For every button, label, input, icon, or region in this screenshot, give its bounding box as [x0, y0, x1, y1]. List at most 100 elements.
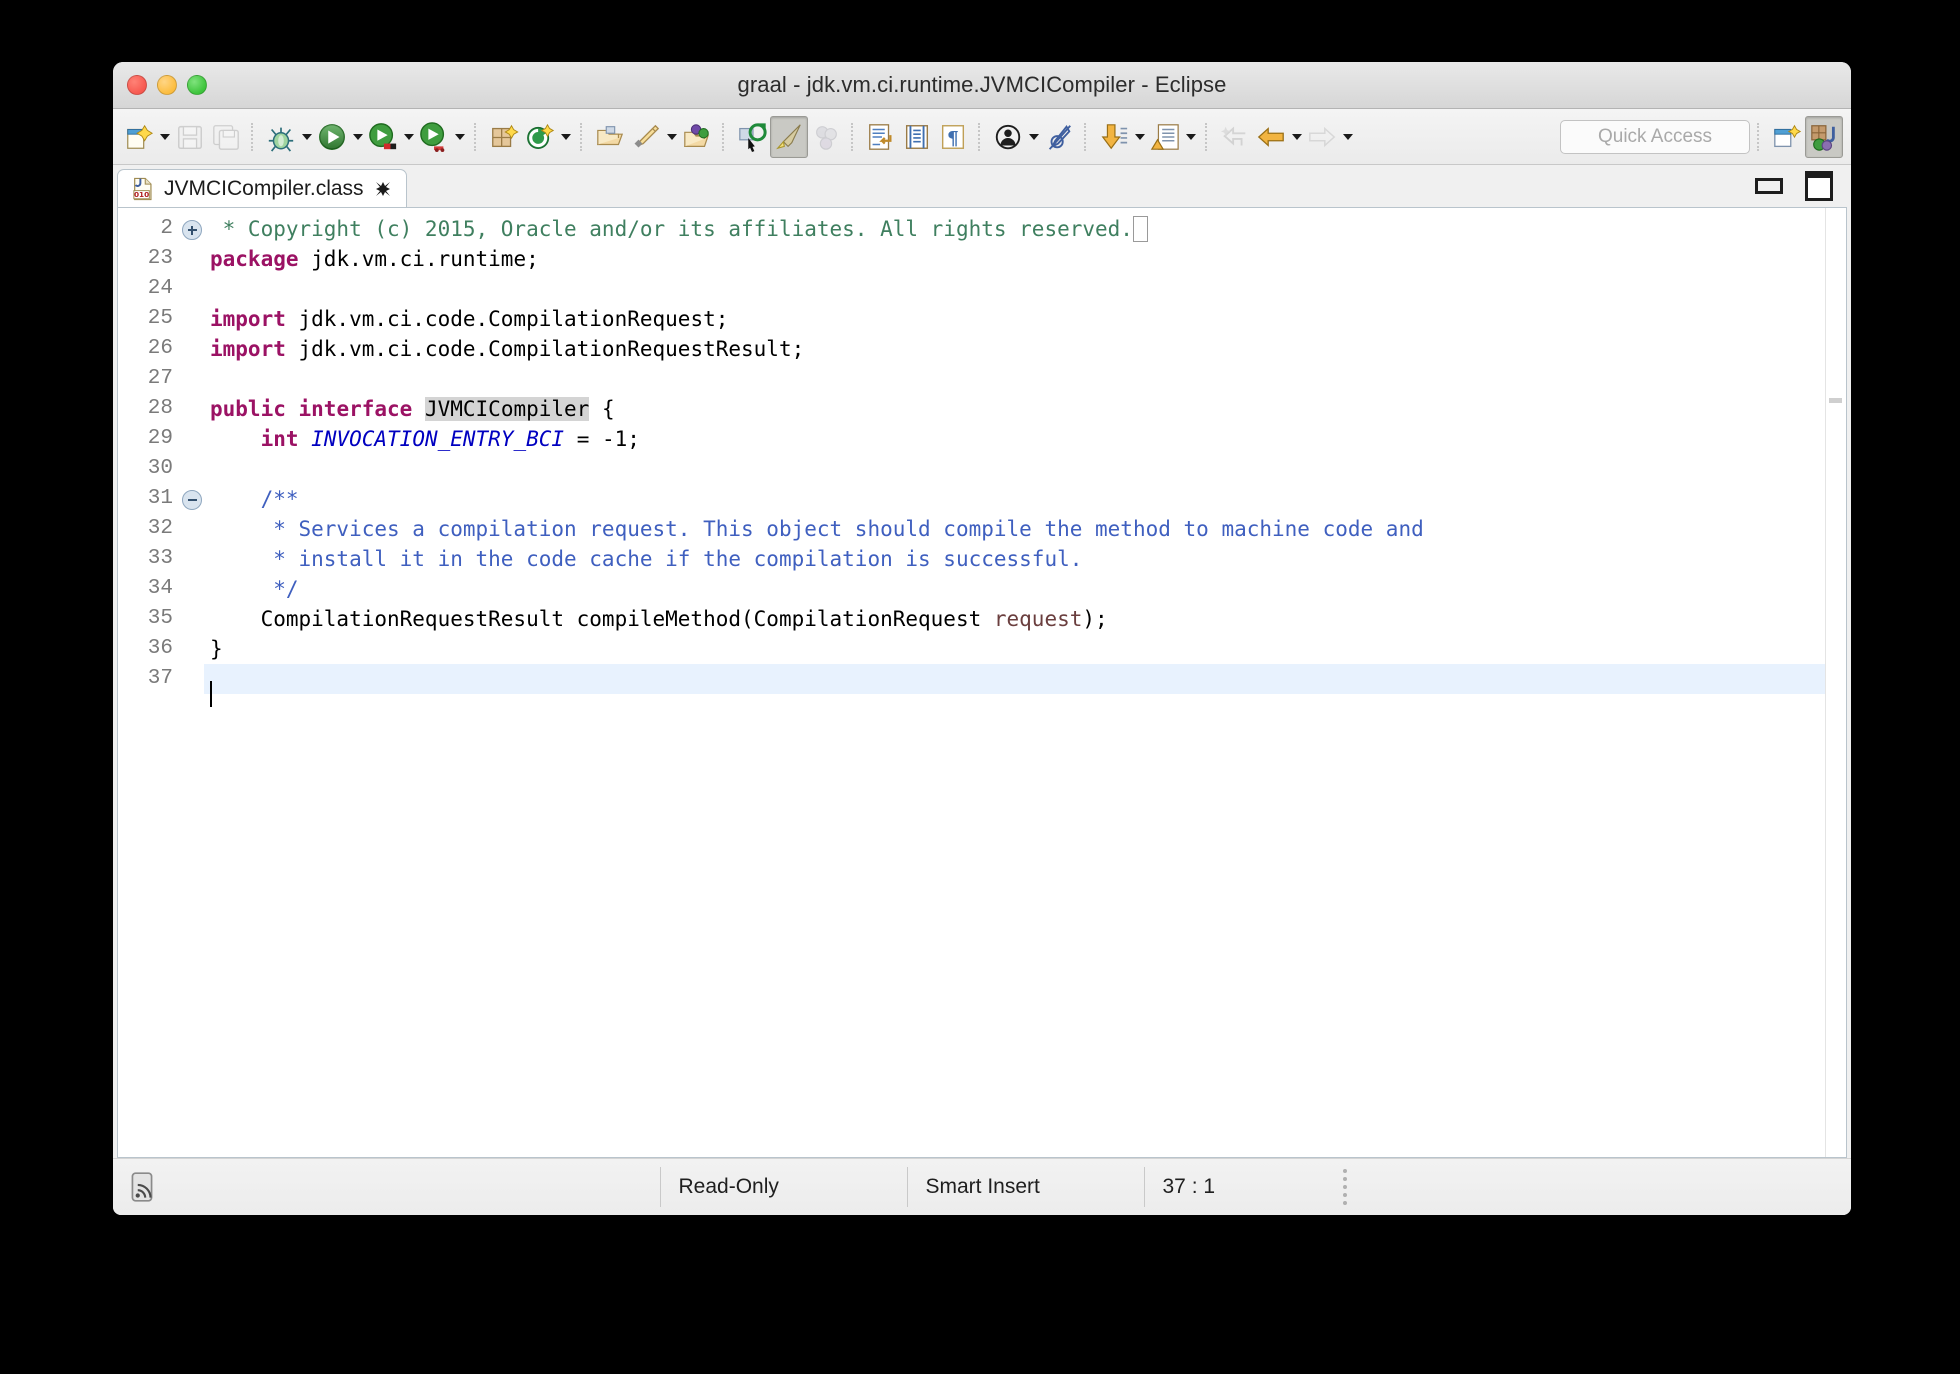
- toggle-word-wrap-button[interactable]: [863, 117, 899, 157]
- next-annotation-dropdown-arrow[interactable]: [1135, 134, 1145, 140]
- overview-ruler[interactable]: [1825, 208, 1846, 1157]
- toolbar-separator: [722, 123, 727, 151]
- debug-button[interactable]: [263, 117, 299, 157]
- open-task-icon: [682, 122, 712, 152]
- search-button[interactable]: [628, 117, 664, 157]
- new-wizard-icon: [124, 122, 154, 152]
- close-window-button[interactable]: [127, 75, 147, 95]
- external-tools-dropdown-arrow[interactable]: [455, 134, 465, 140]
- code-line[interactable]: import jdk.vm.ci.code.CompilationRequest…: [204, 304, 1825, 334]
- fold-expand-icon[interactable]: [182, 220, 202, 240]
- code-line[interactable]: */: [204, 574, 1825, 604]
- zoom-window-button[interactable]: [187, 75, 207, 95]
- user-account-button[interactable]: [990, 117, 1026, 157]
- code-line[interactable]: /**: [204, 484, 1825, 514]
- forward-button[interactable]: [1304, 117, 1340, 157]
- java-perspective-button[interactable]: [1805, 116, 1843, 158]
- code-token: public: [210, 397, 286, 421]
- code-line[interactable]: [204, 664, 1825, 694]
- editor-view-controls: [1755, 171, 1833, 201]
- status-resize-grip[interactable]: [1343, 1169, 1351, 1205]
- open-task-button[interactable]: [679, 117, 715, 157]
- window-titlebar[interactable]: graal - jdk.vm.ci.runtime.JVMCICompiler …: [113, 62, 1851, 109]
- code-token: import: [210, 307, 286, 331]
- code-line[interactable]: CompilationRequestResult compileMethod(C…: [204, 604, 1825, 634]
- minimize-view-button[interactable]: [1755, 178, 1783, 194]
- code-line[interactable]: [204, 454, 1825, 484]
- new-class-dropdown-arrow[interactable]: [561, 134, 571, 140]
- run-dropdown-arrow[interactable]: [353, 134, 363, 140]
- folding-gutter[interactable]: [180, 208, 204, 1157]
- code-token: interface: [299, 397, 413, 421]
- save-button[interactable]: [172, 117, 208, 157]
- code-line[interactable]: int INVOCATION_ENTRY_BCI = -1;: [204, 424, 1825, 454]
- new-package-icon: [489, 122, 519, 152]
- skip-breakpoints-button[interactable]: [808, 117, 844, 157]
- code-line[interactable]: [204, 274, 1825, 304]
- line-number: 25: [118, 304, 180, 334]
- open-perspective-button[interactable]: [1769, 117, 1805, 157]
- line-number-label: 35: [118, 604, 180, 634]
- fold-cell[interactable]: [180, 214, 204, 244]
- minimize-window-button[interactable]: [157, 75, 177, 95]
- line-number-label: 25: [118, 304, 180, 334]
- code-line[interactable]: }: [204, 634, 1825, 664]
- back-dropdown-arrow[interactable]: [1292, 134, 1302, 140]
- toolbar-separator: [978, 123, 983, 151]
- eclipse-window: graal - jdk.vm.ci.runtime.JVMCICompiler …: [113, 62, 1851, 1215]
- toolbar-group-new-java: [486, 116, 573, 158]
- overview-marker[interactable]: [1829, 398, 1842, 403]
- code-token: jdk.vm.ci.code.CompilationRequestResult;: [286, 337, 804, 361]
- code-text: import jdk.vm.ci.code.CompilationRequest…: [204, 304, 728, 334]
- previous-annotation-button[interactable]: [1147, 117, 1183, 157]
- code-token: package: [210, 247, 299, 271]
- previous-annotation-dropdown-arrow[interactable]: [1186, 134, 1196, 140]
- editor-body[interactable]: 2232425262728293031323334353637 * Copyri…: [117, 207, 1847, 1158]
- fold-cell: [180, 394, 204, 424]
- code-area[interactable]: * Copyright (c) 2015, Oracle and/or its …: [204, 208, 1825, 1157]
- code-text: * install it in the code cache if the co…: [204, 544, 1082, 574]
- search-dropdown-arrow[interactable]: [667, 134, 677, 140]
- code-line[interactable]: public interface JVMCICompiler {: [204, 394, 1825, 424]
- code-line[interactable]: * Copyright (c) 2015, Oracle and/or its …: [204, 214, 1825, 244]
- maximize-view-button[interactable]: [1805, 171, 1833, 201]
- toolbar-group-editor-toggles: ¶: [863, 116, 971, 158]
- toggle-mark-occurrences-button[interactable]: [734, 117, 770, 157]
- show-whitespace-button[interactable]: ¶: [935, 117, 971, 157]
- quick-access-input[interactable]: Quick Access: [1560, 120, 1750, 154]
- code-line[interactable]: * Services a compilation request. This o…: [204, 514, 1825, 544]
- code-line[interactable]: [204, 364, 1825, 394]
- toggle-mark-occurrences-pen-button[interactable]: [1041, 117, 1077, 157]
- window-title: graal - jdk.vm.ci.runtime.JVMCICompiler …: [113, 72, 1851, 98]
- open-type-button[interactable]: [592, 117, 628, 157]
- run-external-tools-button[interactable]: [416, 117, 452, 157]
- editor-tab-jvmcicompiler[interactable]: 010 JVMCICompiler.class: [117, 169, 407, 208]
- run-coverage-button[interactable]: [365, 117, 401, 157]
- last-edit-location-button[interactable]: [1217, 117, 1253, 157]
- save-all-button[interactable]: [208, 117, 244, 157]
- forward-dropdown-arrow[interactable]: [1343, 134, 1353, 140]
- fold-collapse-icon[interactable]: [182, 490, 202, 510]
- new-wizard-dropdown-arrow[interactable]: [160, 134, 170, 140]
- new-wizard-button[interactable]: [121, 117, 157, 157]
- new-package-button[interactable]: [486, 117, 522, 157]
- next-annotation-button[interactable]: [1096, 117, 1132, 157]
- fold-cell[interactable]: [180, 484, 204, 514]
- toggle-block-selection-button[interactable]: [899, 117, 935, 157]
- toolbar-group-user: [990, 116, 1077, 158]
- code-line[interactable]: import jdk.vm.ci.code.CompilationRequest…: [204, 334, 1825, 364]
- highlight-button[interactable]: [770, 116, 808, 158]
- coverage-dropdown-arrow[interactable]: [404, 134, 414, 140]
- new-class-button[interactable]: [522, 117, 558, 157]
- editor-tab-close-button[interactable]: [373, 179, 393, 199]
- user-dropdown-arrow[interactable]: [1029, 134, 1039, 140]
- status-insert-mode[interactable]: Smart Insert: [908, 1167, 1144, 1207]
- code-text: * Copyright (c) 2015, Oracle and/or its …: [204, 214, 1148, 244]
- block-selection-icon: [902, 122, 932, 152]
- back-button[interactable]: [1253, 117, 1289, 157]
- run-button[interactable]: [314, 117, 350, 157]
- code-line[interactable]: package jdk.vm.ci.runtime;: [204, 244, 1825, 274]
- debug-dropdown-arrow[interactable]: [302, 134, 312, 140]
- line-number: 31: [118, 484, 180, 514]
- code-line[interactable]: * install it in the code cache if the co…: [204, 544, 1825, 574]
